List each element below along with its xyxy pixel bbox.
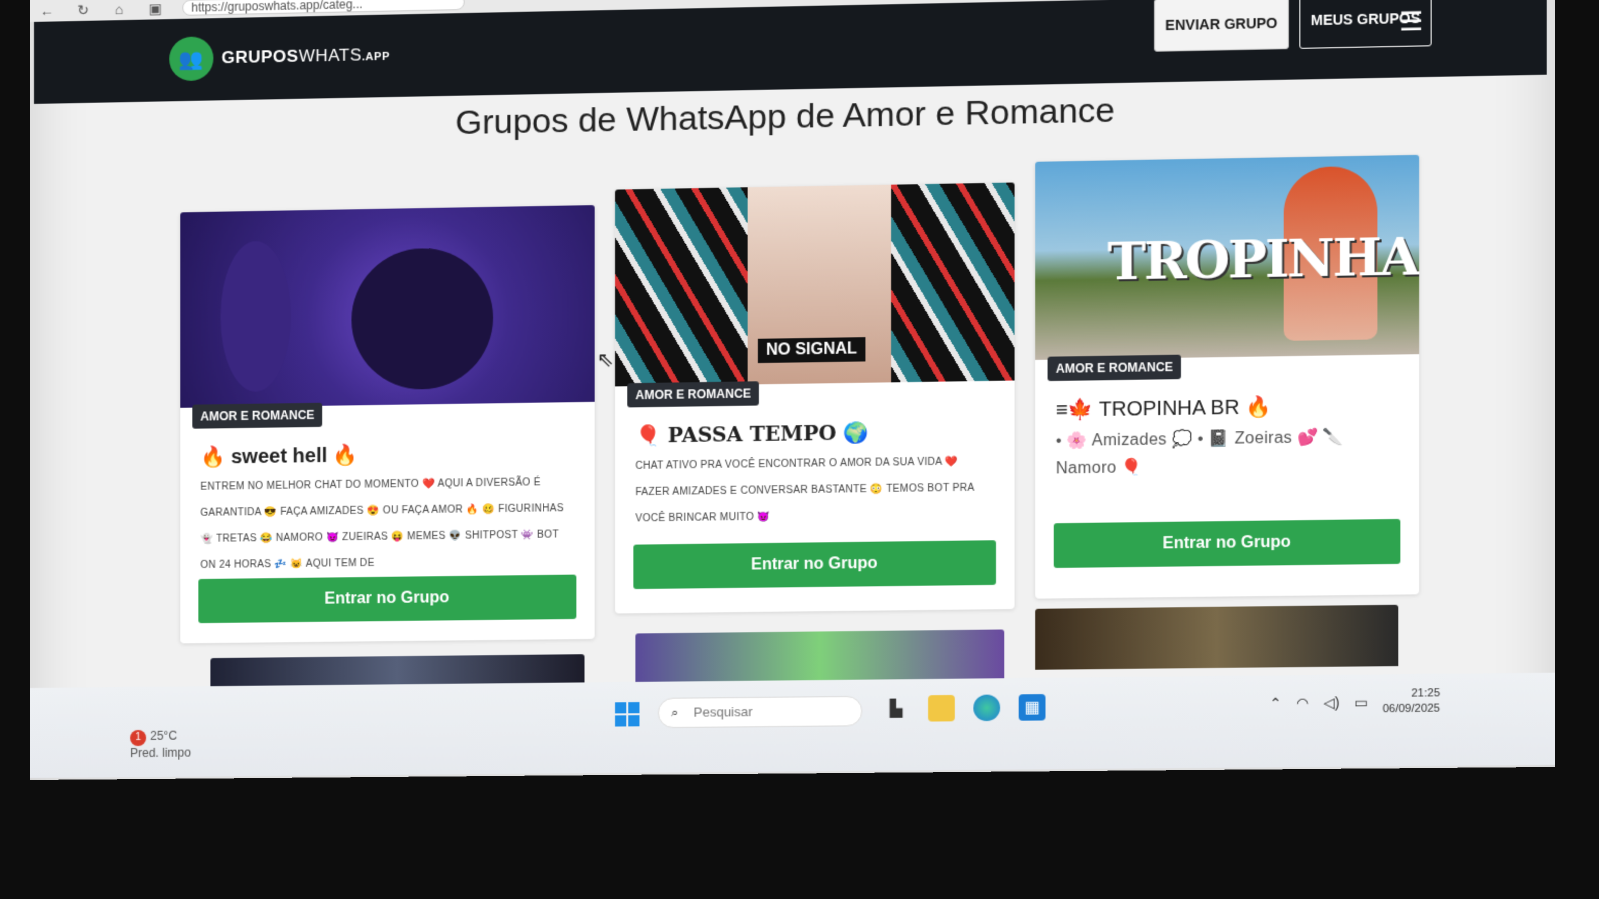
image-caption: NO SIGNAL [758, 337, 865, 363]
file-explorer-icon[interactable] [928, 695, 955, 722]
site-info-icon[interactable]: ▣ [146, 0, 164, 17]
whatsapp-group-icon: 👥 [169, 36, 213, 81]
group-image[interactable] [180, 205, 594, 408]
weather-widget[interactable]: 1 25°C Pred. limpo [130, 728, 191, 761]
join-group-button[interactable]: Entrar no Grupo [633, 540, 996, 589]
join-group-button[interactable]: Entrar no Grupo [1054, 519, 1401, 568]
category-badge: AMOR E ROMANCE [627, 381, 759, 407]
back-arrow-icon[interactable]: ← [38, 2, 56, 18]
group-description: • 🌸 Amizades 💭 • 📓 Zoeiras 💕 🔪 Namoro 🎈 [1056, 423, 1401, 483]
join-group-button[interactable]: Entrar no Grupo [198, 575, 576, 624]
group-image[interactable]: NO SIGNAL [615, 182, 1015, 386]
group-image[interactable]: TROPINHA [1035, 155, 1419, 360]
battery-icon[interactable]: ▭ [1354, 693, 1368, 710]
clock-time: 21:25 [1383, 686, 1440, 702]
edge-browser-icon[interactable] [973, 695, 1000, 722]
send-group-button[interactable]: ENVIAR GRUPO [1154, 0, 1289, 52]
image-caption: TROPINHA [1107, 226, 1418, 291]
store-icon[interactable]: ▦ [1019, 694, 1046, 721]
mouse-cursor-icon: ⇖ [597, 347, 614, 372]
reload-icon[interactable]: ↻ [74, 1, 92, 18]
windows-taskbar: 1 25°C Pred. limpo ⌕ Pesquisar ▙ ▦ ⌃ ◠ ◁)… [30, 673, 1555, 778]
group-description: CHAT ATIVO PRA VOCÊ ENCONTRAR O AMOR DA … [635, 449, 996, 533]
hamburger-menu-icon[interactable]: ☰ [1399, 6, 1423, 38]
windows-start-icon[interactable] [615, 702, 639, 726]
group-card: AMOR E ROMANCE 🔥 sweet hell 🔥 ENTREM NO … [180, 205, 594, 643]
group-image[interactable] [1035, 605, 1398, 670]
volume-icon[interactable]: ◁) [1324, 694, 1340, 712]
search-icon: ⌕ [671, 699, 678, 727]
clock-date: 06/09/2025 [1383, 701, 1440, 717]
site-logo[interactable]: 👥 GRUPOSWHATS.APP [169, 33, 390, 82]
group-title: 🔥 sweet hell 🔥 [200, 442, 358, 469]
search-placeholder: Pesquisar [694, 704, 753, 720]
home-icon[interactable]: ⌂ [110, 1, 128, 17]
chevron-up-icon[interactable]: ⌃ [1269, 694, 1281, 711]
system-tray: ⌃ ◠ ◁) ▭ 21:25 06/09/2025 [1269, 686, 1440, 718]
notification-badge: 1 [130, 730, 146, 746]
taskbar-search-input[interactable]: ⌕ Pesquisar [658, 696, 863, 728]
weather-temperature: 25°C [150, 729, 177, 743]
browser-window: ← ↻ ⌂ ▣ https://gruposwhats.app/categ...… [30, 0, 1555, 780]
nav-actions: ENVIAR GRUPO MEUS GRUPOS [1154, 0, 1432, 52]
category-badge: AMOR E ROMANCE [1048, 355, 1182, 381]
task-view-icon[interactable]: ▙ [883, 695, 910, 722]
group-card: TROPINHA AMOR E ROMANCE ≡🍁 TROPINHA BR 🔥… [1035, 155, 1419, 599]
weather-description: Pred. limpo [130, 746, 191, 761]
group-title: 🎈 PASSA TEMPO 🌍 [635, 420, 869, 448]
group-title: ≡🍁 TROPINHA BR 🔥 [1056, 394, 1271, 423]
logo-text: GRUPOSWHATS.APP [221, 45, 389, 68]
monitor-photo: ← ↻ ⌂ ▣ https://gruposwhats.app/categ...… [0, 0, 1599, 899]
group-description: ENTREM NO MELHOR CHAT DO MOMENTO ❤️ AQUI… [200, 470, 576, 579]
group-card: NO SIGNAL AMOR E ROMANCE 🎈 PASSA TEMPO 🌍… [615, 182, 1015, 613]
category-badge: AMOR E ROMANCE [192, 403, 322, 429]
taskbar-clock[interactable]: 21:25 06/09/2025 [1383, 686, 1440, 717]
wifi-icon[interactable]: ◠ [1296, 694, 1309, 711]
